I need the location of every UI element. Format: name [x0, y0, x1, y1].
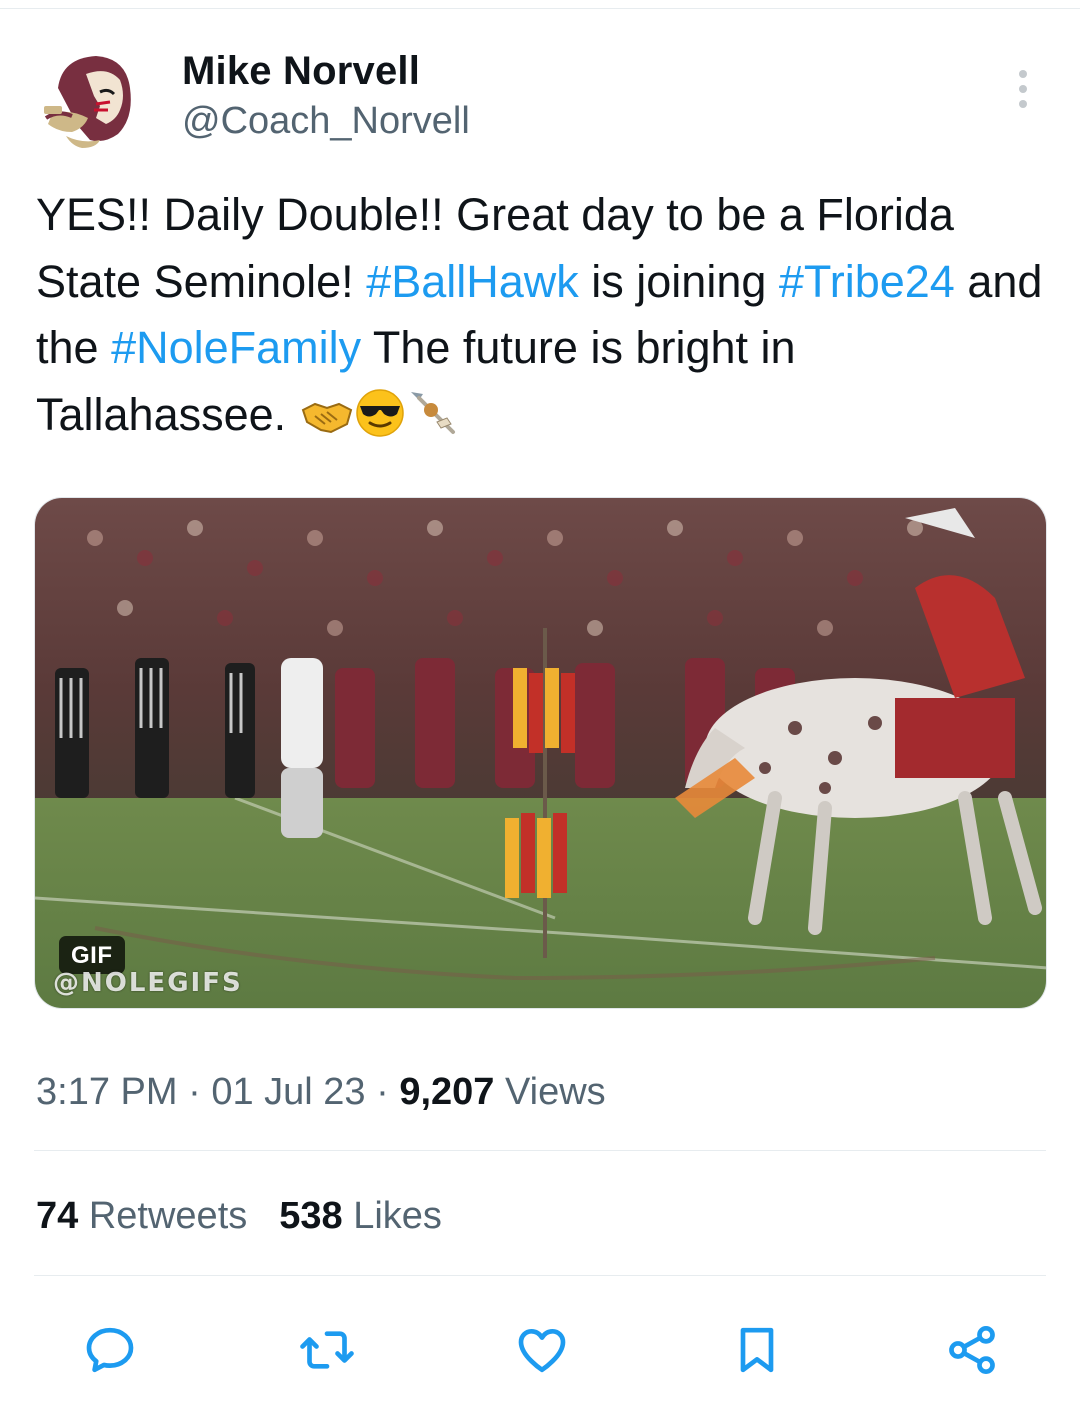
- like-button[interactable]: [512, 1320, 572, 1380]
- share-button[interactable]: [942, 1320, 1002, 1380]
- seminole-logo-icon: [40, 50, 140, 150]
- hashtag-link[interactable]: #BallHawk: [366, 256, 579, 307]
- meta-separator: ·: [188, 1071, 201, 1113]
- views-count: 9,207: [399, 1071, 495, 1113]
- bookmark-icon: [740, 1327, 774, 1373]
- tweet-time[interactable]: 3:17 PM: [36, 1071, 178, 1113]
- top-divider: [0, 8, 1080, 9]
- share-icon: [949, 1325, 995, 1375]
- retweets-count: 74: [36, 1195, 79, 1237]
- retweet-icon: [300, 1331, 354, 1369]
- tweet-meta: 3:17 PM · 01 Jul 23 · 9,207 Views: [36, 1068, 606, 1116]
- gif-frame: [35, 498, 1046, 1008]
- bookmark-button[interactable]: [727, 1320, 787, 1380]
- handshake-emoji-icon: [301, 390, 353, 457]
- author-handle[interactable]: @Coach_Norvell: [182, 98, 470, 144]
- reply-button[interactable]: [80, 1320, 140, 1380]
- author-display-name[interactable]: Mike Norvell: [182, 48, 420, 94]
- tweet-date[interactable]: 01 Jul 23: [211, 1071, 365, 1113]
- tweet-text: YES!! Daily Double!! Great day to be a F…: [36, 182, 1046, 456]
- likes-count: 538: [279, 1195, 343, 1237]
- like-icon: [518, 1329, 566, 1373]
- hashtag-link[interactable]: #NoleFamily: [111, 322, 361, 373]
- likes-label: Likes: [353, 1195, 442, 1237]
- retweet-button[interactable]: [297, 1320, 357, 1380]
- gif-watermark: @NOLEGIFS: [53, 968, 243, 998]
- sunglasses-emoji-icon: [355, 388, 405, 457]
- retweets-stat[interactable]: 74 Retweets: [36, 1195, 247, 1237]
- divider: [34, 1150, 1046, 1151]
- spear-emoji-icon: [407, 388, 457, 457]
- gif-media[interactable]: GIF @NOLEGIFS: [34, 497, 1047, 1009]
- hashtag-link[interactable]: #Tribe24: [779, 256, 955, 307]
- likes-stat[interactable]: 538 Likes: [279, 1195, 442, 1237]
- reply-icon: [86, 1327, 134, 1373]
- retweets-label: Retweets: [88, 1195, 248, 1237]
- more-options-icon[interactable]: [1006, 66, 1040, 112]
- divider: [34, 1275, 1046, 1276]
- engagement-stats: 74 Retweets 538 Likes: [36, 1192, 442, 1240]
- views-label: Views: [504, 1071, 606, 1113]
- meta-separator: ·: [376, 1071, 389, 1113]
- avatar[interactable]: [38, 48, 142, 152]
- tweet-text-segment: is joining: [578, 255, 779, 307]
